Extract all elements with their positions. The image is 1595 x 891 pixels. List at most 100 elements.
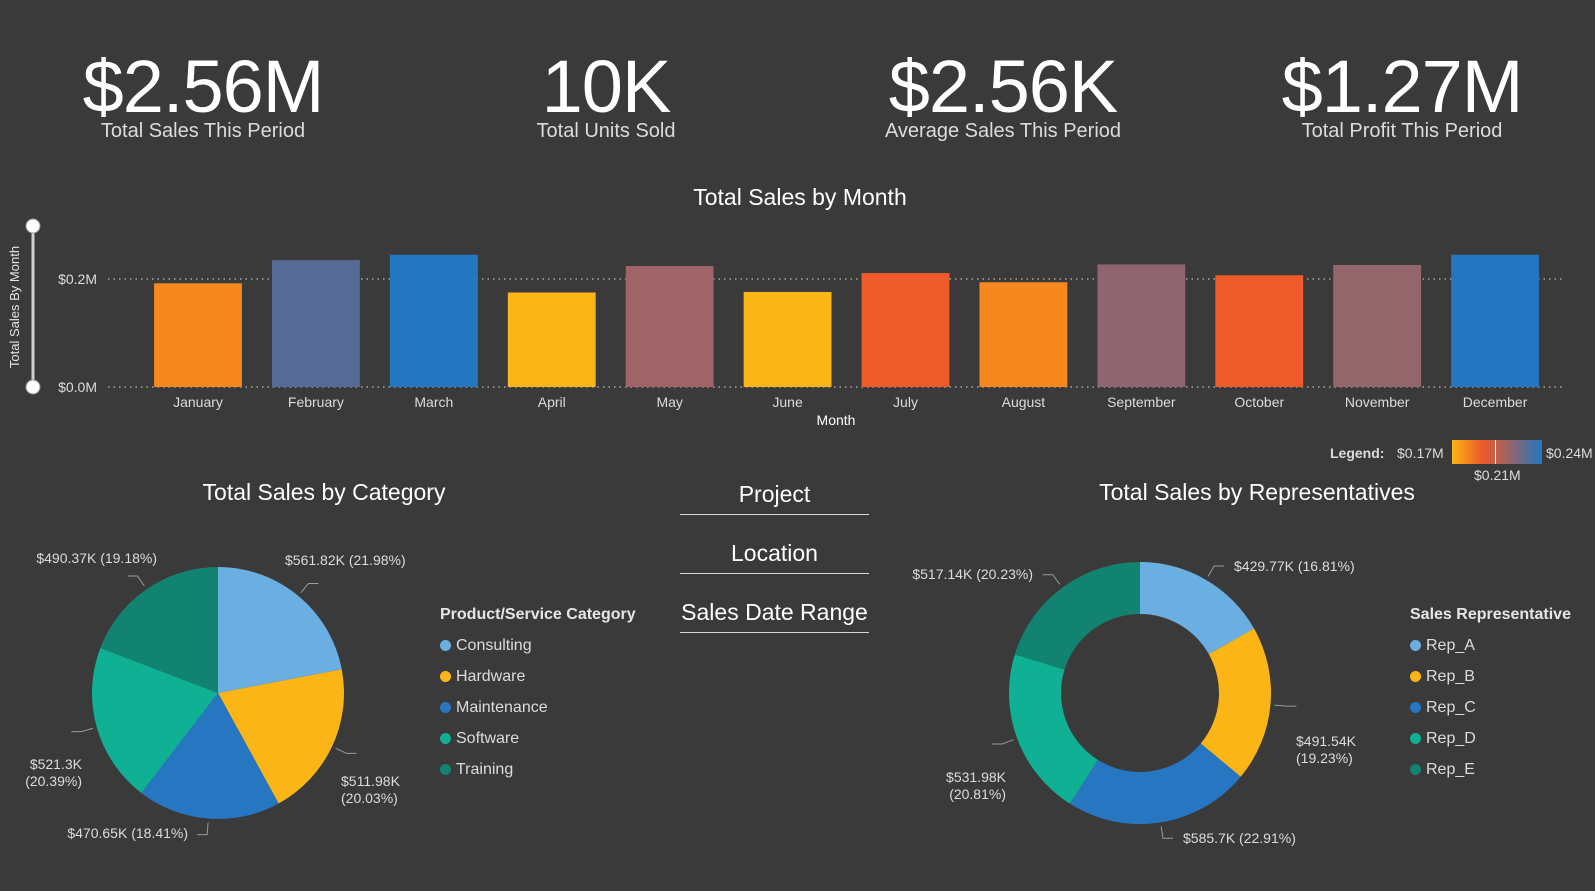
zoom-slider-handle-top bbox=[25, 218, 41, 234]
kpi-value: $2.56K bbox=[888, 45, 1119, 128]
representatives-donut-chart: $429.77K (16.81%) $491.54K (19.23%) $585.7K… bbox=[912, 558, 1357, 846]
bar-august bbox=[979, 282, 1068, 387]
legend-item-training[interactable]: Training bbox=[440, 754, 636, 785]
legend-item-rep-c[interactable]: Rep_C bbox=[1410, 692, 1571, 723]
legend-dot-rep-e bbox=[1410, 764, 1421, 775]
legend-min: $0.17M bbox=[1397, 445, 1444, 461]
legend-item-rep-a[interactable]: Rep_A bbox=[1410, 630, 1571, 661]
legend-dot-rep-d bbox=[1410, 733, 1421, 744]
kpi-total-profit: $1.27M Total Profit This Period bbox=[1237, 48, 1567, 143]
legend-title: Product/Service Category bbox=[440, 606, 636, 623]
kpi-average-sales: $2.56K Average Sales This Period bbox=[838, 48, 1168, 143]
legend-text: Training bbox=[456, 760, 514, 778]
slice-data-label: $490.37K (19.18%) bbox=[36, 550, 157, 566]
kpi-total-units: 10K Total Units Sold bbox=[441, 48, 771, 143]
slice-rep-e bbox=[1014, 562, 1140, 670]
legend-dot-maintenance bbox=[440, 702, 451, 713]
slice-data-label: $561.82K (21.98%) bbox=[285, 552, 406, 568]
y-axis-label: Total Sales By Month bbox=[7, 246, 22, 368]
leader-line bbox=[197, 822, 209, 836]
legend-text: Hardware bbox=[456, 667, 526, 685]
legend-item-software[interactable]: Software bbox=[440, 723, 636, 754]
legend-dot-rep-c bbox=[1410, 702, 1421, 713]
legend-label: Legend: bbox=[1330, 445, 1385, 461]
legend-item-hardware[interactable]: Hardware bbox=[440, 661, 636, 692]
slice-data-label: $517.14K (20.23%) bbox=[912, 566, 1033, 582]
legend-mid: $0.21M bbox=[1474, 467, 1521, 483]
leader-line bbox=[1274, 704, 1297, 707]
legend-text: Rep_C bbox=[1426, 698, 1476, 716]
kpi-label: Total Units Sold bbox=[536, 120, 676, 142]
x-tick-label: February bbox=[288, 394, 344, 410]
slice-data-label: $531.98K (20.81%) bbox=[946, 769, 1007, 802]
sales-date-range-slicer[interactable]: Sales Date Range bbox=[680, 598, 869, 633]
bar-november bbox=[1333, 264, 1422, 387]
slice-data-label: $491.54K (19.23%) bbox=[1296, 733, 1357, 766]
x-tick-label: September bbox=[1107, 394, 1176, 410]
legend-title: Sales Representative bbox=[1410, 606, 1571, 623]
bar-july bbox=[861, 273, 950, 387]
legend-gradient bbox=[1452, 440, 1542, 464]
kpi-label: Average Sales This Period bbox=[884, 120, 1122, 142]
legend-text: Rep_D bbox=[1426, 729, 1476, 747]
leader-line bbox=[1160, 826, 1173, 839]
x-axis-label: Month bbox=[817, 412, 856, 428]
legend-dot-software bbox=[440, 733, 451, 744]
slice-data-label: $429.77K (16.81%) bbox=[1234, 558, 1355, 574]
monthly-sales-bar-chart: Total Sales By Month $0.0M $0.2M January Feb… bbox=[7, 218, 1565, 428]
legend-text: Rep_E bbox=[1426, 760, 1475, 778]
rep-donut-title: Total Sales by Representatives bbox=[1099, 479, 1415, 505]
slice-data-label: $585.7K (22.91%) bbox=[1183, 830, 1296, 846]
legend-item-rep-d[interactable]: Rep_D bbox=[1410, 723, 1571, 754]
y-tick-label: $0.2M bbox=[58, 271, 97, 287]
slice-data-label: $511.98K (20.03%) bbox=[341, 773, 401, 806]
category-pie-chart: $561.82K (21.98%) $511.98K (20.03%) $470.65… bbox=[25, 550, 406, 841]
bar-february bbox=[271, 260, 360, 387]
leader-line bbox=[1207, 565, 1225, 577]
leader-line bbox=[992, 739, 1014, 745]
kpi-value: $2.56M bbox=[82, 45, 325, 128]
legend-dot-hardware bbox=[440, 671, 451, 682]
x-tick-label: December bbox=[1463, 394, 1528, 410]
location-slicer[interactable]: Location bbox=[680, 539, 869, 574]
x-tick-label: November bbox=[1345, 394, 1410, 410]
leader-line bbox=[335, 747, 357, 754]
category-pie-title: Total Sales by Category bbox=[202, 479, 446, 505]
legend-max: $0.24M bbox=[1546, 445, 1593, 461]
legend-item-maintenance[interactable]: Maintenance bbox=[440, 692, 636, 723]
slice-data-label: $521.3K (20.39%) bbox=[25, 756, 82, 789]
legend-item-rep-b[interactable]: Rep_B bbox=[1410, 661, 1571, 692]
x-tick-label: June bbox=[772, 394, 803, 410]
legend-dot-rep-b bbox=[1410, 671, 1421, 682]
bar-january bbox=[154, 283, 242, 387]
bar-october bbox=[1215, 275, 1304, 387]
x-tick-label: May bbox=[656, 394, 682, 410]
legend-item-rep-e[interactable]: Rep_E bbox=[1410, 754, 1571, 785]
bar-september bbox=[1097, 264, 1186, 387]
kpi-total-sales: $2.56M Total Sales This Period bbox=[38, 48, 368, 143]
slice-rep-c bbox=[1070, 743, 1241, 824]
slice-data-label: $470.65K (18.41%) bbox=[67, 825, 188, 841]
bar-june bbox=[743, 291, 832, 387]
legend-dot-rep-a bbox=[1410, 640, 1421, 651]
category-legend: Product/Service Category Consulting Hard… bbox=[440, 606, 636, 785]
zoom-slider-handle-bottom bbox=[25, 379, 41, 395]
project-slicer[interactable]: Project bbox=[680, 480, 869, 515]
bar-december bbox=[1451, 254, 1540, 387]
rep-legend: Sales Representative Rep_A Rep_B Rep_C R… bbox=[1410, 606, 1571, 785]
leader-line bbox=[300, 583, 319, 594]
bar-march bbox=[389, 254, 478, 387]
color-scale-legend: Legend: $0.17M $0.24M $0.21M bbox=[1325, 440, 1593, 483]
leader-line bbox=[127, 575, 145, 587]
legend-text: Maintenance bbox=[456, 698, 548, 716]
x-tick-label: October bbox=[1234, 394, 1284, 410]
legend-text: Software bbox=[456, 729, 520, 747]
legend-text: Rep_A bbox=[1426, 636, 1475, 654]
x-tick-label: July bbox=[893, 394, 918, 410]
kpi-value: 10K bbox=[541, 45, 672, 128]
leader-line bbox=[1042, 574, 1061, 585]
y-tick-label: $0.0M bbox=[58, 379, 97, 395]
legend-item-consulting[interactable]: Consulting bbox=[440, 630, 636, 661]
legend-midline bbox=[1495, 440, 1496, 464]
x-tick-label: August bbox=[1002, 394, 1046, 410]
